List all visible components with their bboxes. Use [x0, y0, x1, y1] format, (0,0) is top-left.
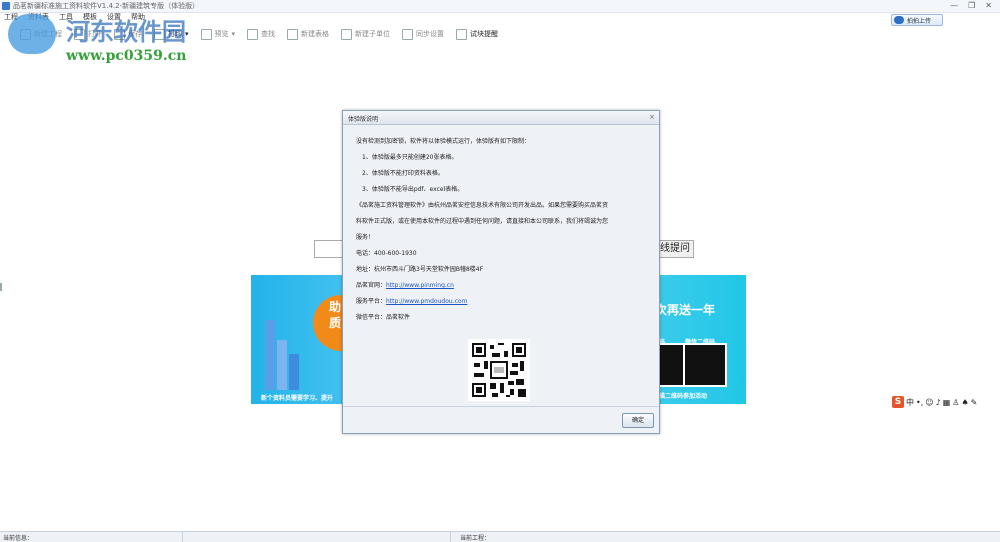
microphone-icon[interactable]: ♪ — [936, 398, 941, 407]
wrench-icon[interactable]: ✎ — [971, 398, 978, 407]
dialog-body: 没有检测到加密锁，软件将以体验模式运行，体验版有如下限制： 1、体验版最多只能创… — [343, 125, 659, 405]
sogou-logo-icon[interactable]: S — [892, 396, 904, 408]
limit-3: 3、体验版不能导出pdf、excel表格。 — [362, 186, 464, 193]
test-block-reminder-button[interactable]: 试块提醒 — [456, 28, 498, 40]
wechat-label: 微信平台： — [356, 314, 387, 321]
wechat-value: 品茗软件 — [386, 314, 411, 321]
sync-icon — [402, 28, 414, 40]
keyboard-icon[interactable]: ▦ — [943, 398, 951, 407]
minimize-icon[interactable]: — — [950, 1, 958, 10]
subunit-icon — [341, 28, 353, 40]
dialog-header: 体验版说明 × — [343, 111, 659, 125]
close-icon[interactable]: × — [649, 113, 655, 121]
watermark-logo-icon — [8, 14, 56, 54]
ok-button[interactable]: 确定 — [622, 413, 654, 428]
new-table-button[interactable]: 新建表格 — [287, 28, 329, 40]
splitter-handle[interactable] — [0, 283, 2, 291]
ime-mode-toggle[interactable]: 中 — [906, 397, 914, 408]
find-button[interactable]: 查找 — [247, 28, 275, 40]
website-link[interactable]: http://www.pinming.cn — [386, 282, 454, 289]
limit-1: 1、体验版最多只能创建20张表格。 — [362, 154, 458, 161]
wechat-qr-code-icon — [468, 339, 530, 401]
building-graphic — [265, 320, 275, 390]
phone-label: 电话： — [356, 250, 375, 257]
promo-left-caption: 新个资料员需要学习、提升 — [261, 395, 334, 402]
ime-toolbar[interactable]: S 中 •, ☺ ♪ ▦ ♙ ♠ ✎ — [892, 395, 999, 409]
wechat-qr-code-icon — [683, 343, 727, 387]
watermark-text: 河东软件园 — [66, 17, 186, 46]
window-controls: — ❐ ✕ — [950, 1, 992, 10]
company-para-3: 服务！ — [356, 234, 375, 241]
company-para-2: 料软件正式版，或在使用本软件的过程中遇到任何问题，请直接和本公司联系，我们将竭诚… — [356, 218, 609, 225]
service-line: 服务平台：http://www.pmdoudou.com — [356, 296, 467, 305]
building-graphic — [289, 354, 299, 390]
service-link[interactable]: http://www.pmdoudou.com — [386, 298, 467, 305]
website-line: 品茗官网：http://www.pinming.cn — [356, 280, 454, 289]
cloud-icon — [894, 16, 904, 24]
intro-text: 没有检测到加密锁，软件将以体验模式运行，体验版有如下限制： — [356, 138, 531, 145]
search-icon — [247, 28, 259, 40]
dialog-title: 体验版说明 — [348, 116, 379, 123]
watermark: 河东软件园 www.pc0359.cn — [8, 10, 208, 66]
website-label: 品茗官网： — [356, 282, 387, 289]
phone-number: 400-600-1930 — [374, 250, 417, 257]
skin-icon[interactable]: ♠ — [961, 398, 968, 407]
company-para-1: 《品茗施工资料管理软件》由杭州品茗安控信息技术有限公司开发出品。如果您需要购买品… — [356, 202, 609, 209]
dialog-footer: 确定 — [343, 406, 659, 433]
upload-button[interactable]: 拍拍上传 — [891, 14, 943, 26]
promo-right-title: 次再送一年 — [655, 303, 716, 317]
address-line: 地址：杭州市西斗门路3号天堂软件园B幢8楼4F — [356, 264, 483, 273]
punctuation-icon[interactable]: •, — [916, 398, 923, 407]
status-bar: 当前信息： 当前工程： — [0, 531, 1000, 542]
app-icon — [2, 2, 10, 10]
building-graphic — [277, 340, 287, 390]
table-icon — [287, 28, 299, 40]
wechat-line: 微信平台：品茗软件 — [356, 312, 410, 321]
emoji-icon[interactable]: ☺ — [925, 398, 933, 407]
address-value: 杭州市西斗门路3号天堂软件园B幢8楼4F — [374, 266, 484, 273]
limit-2: 2、体验版不能打印资料表格。 — [362, 170, 444, 177]
new-subunit-button[interactable]: 新建子单位 — [341, 28, 390, 40]
ask-online-button[interactable]: 线提问 — [656, 240, 694, 258]
user-icon[interactable]: ♙ — [952, 398, 959, 407]
promo-right-caption: 描二维码参加活动 — [659, 393, 708, 400]
restore-icon[interactable]: ❐ — [968, 1, 975, 10]
reminder-icon — [456, 28, 468, 40]
service-label: 服务平台： — [356, 298, 387, 305]
watermark-url: www.pc0359.cn — [66, 48, 187, 64]
phone-line: 电话：400-600-1930 — [356, 248, 417, 257]
close-icon[interactable]: ✕ — [985, 1, 992, 10]
address-label: 地址： — [356, 266, 375, 273]
sync-settings-button[interactable]: 同步设置 — [402, 28, 444, 40]
promo-circle-text: 助 质 — [329, 300, 342, 330]
trial-dialog: 体验版说明 × 没有检测到加密锁，软件将以体验模式运行，体验版有如下限制： 1、… — [342, 110, 660, 434]
